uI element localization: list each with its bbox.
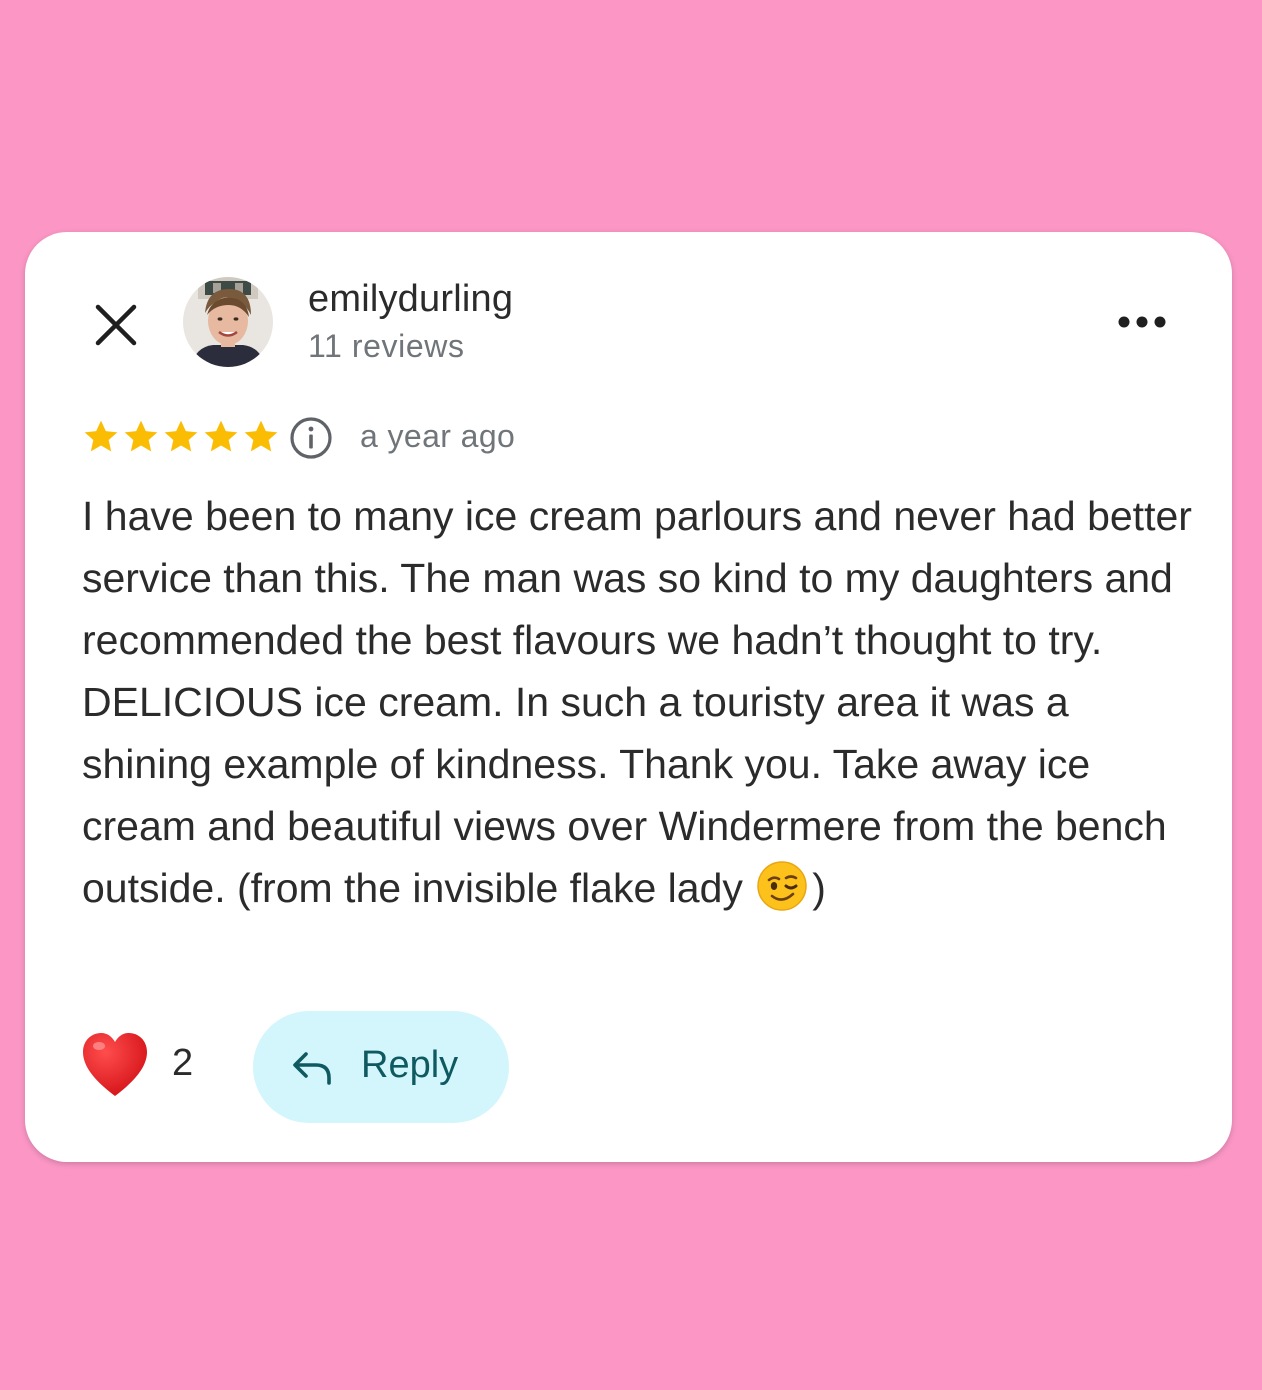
review-text: I have been to many ice cream parlours a…: [82, 493, 1192, 911]
like-button[interactable]: [81, 1030, 149, 1102]
review-card: emilydurling 11 reviews a year ago I hav…: [25, 232, 1232, 1162]
star-icon: [124, 420, 158, 452]
heart-icon: [83, 1033, 147, 1096]
star-rating: [81, 417, 281, 457]
close-icon: [95, 304, 137, 346]
reviewer-name[interactable]: emilydurling: [308, 278, 513, 321]
info-icon: [290, 417, 332, 459]
avatar[interactable]: [183, 277, 273, 367]
reply-arrow-icon: [293, 1052, 331, 1085]
star-icon: [244, 420, 278, 452]
review-text-end: ): [812, 865, 826, 911]
close-button[interactable]: [91, 300, 141, 350]
winking-face-emoji: [757, 861, 808, 911]
reply-button-label: Reply: [361, 1044, 459, 1086]
star-icon: [164, 420, 198, 452]
info-button[interactable]: [289, 416, 333, 460]
more-horizontal-icon: [1118, 316, 1166, 328]
review-timestamp: a year ago: [360, 418, 516, 454]
star-icon: [84, 420, 118, 452]
like-count: 2: [172, 1042, 194, 1084]
star-icon: [204, 420, 238, 452]
more-options-button[interactable]: [1114, 308, 1170, 336]
reply-button[interactable]: Reply: [253, 1011, 509, 1123]
avatar-photo: [183, 277, 273, 367]
reviewer-review-count: 11 reviews: [308, 328, 465, 364]
review-body: I have been to many ice cream parlours a…: [82, 485, 1192, 919]
